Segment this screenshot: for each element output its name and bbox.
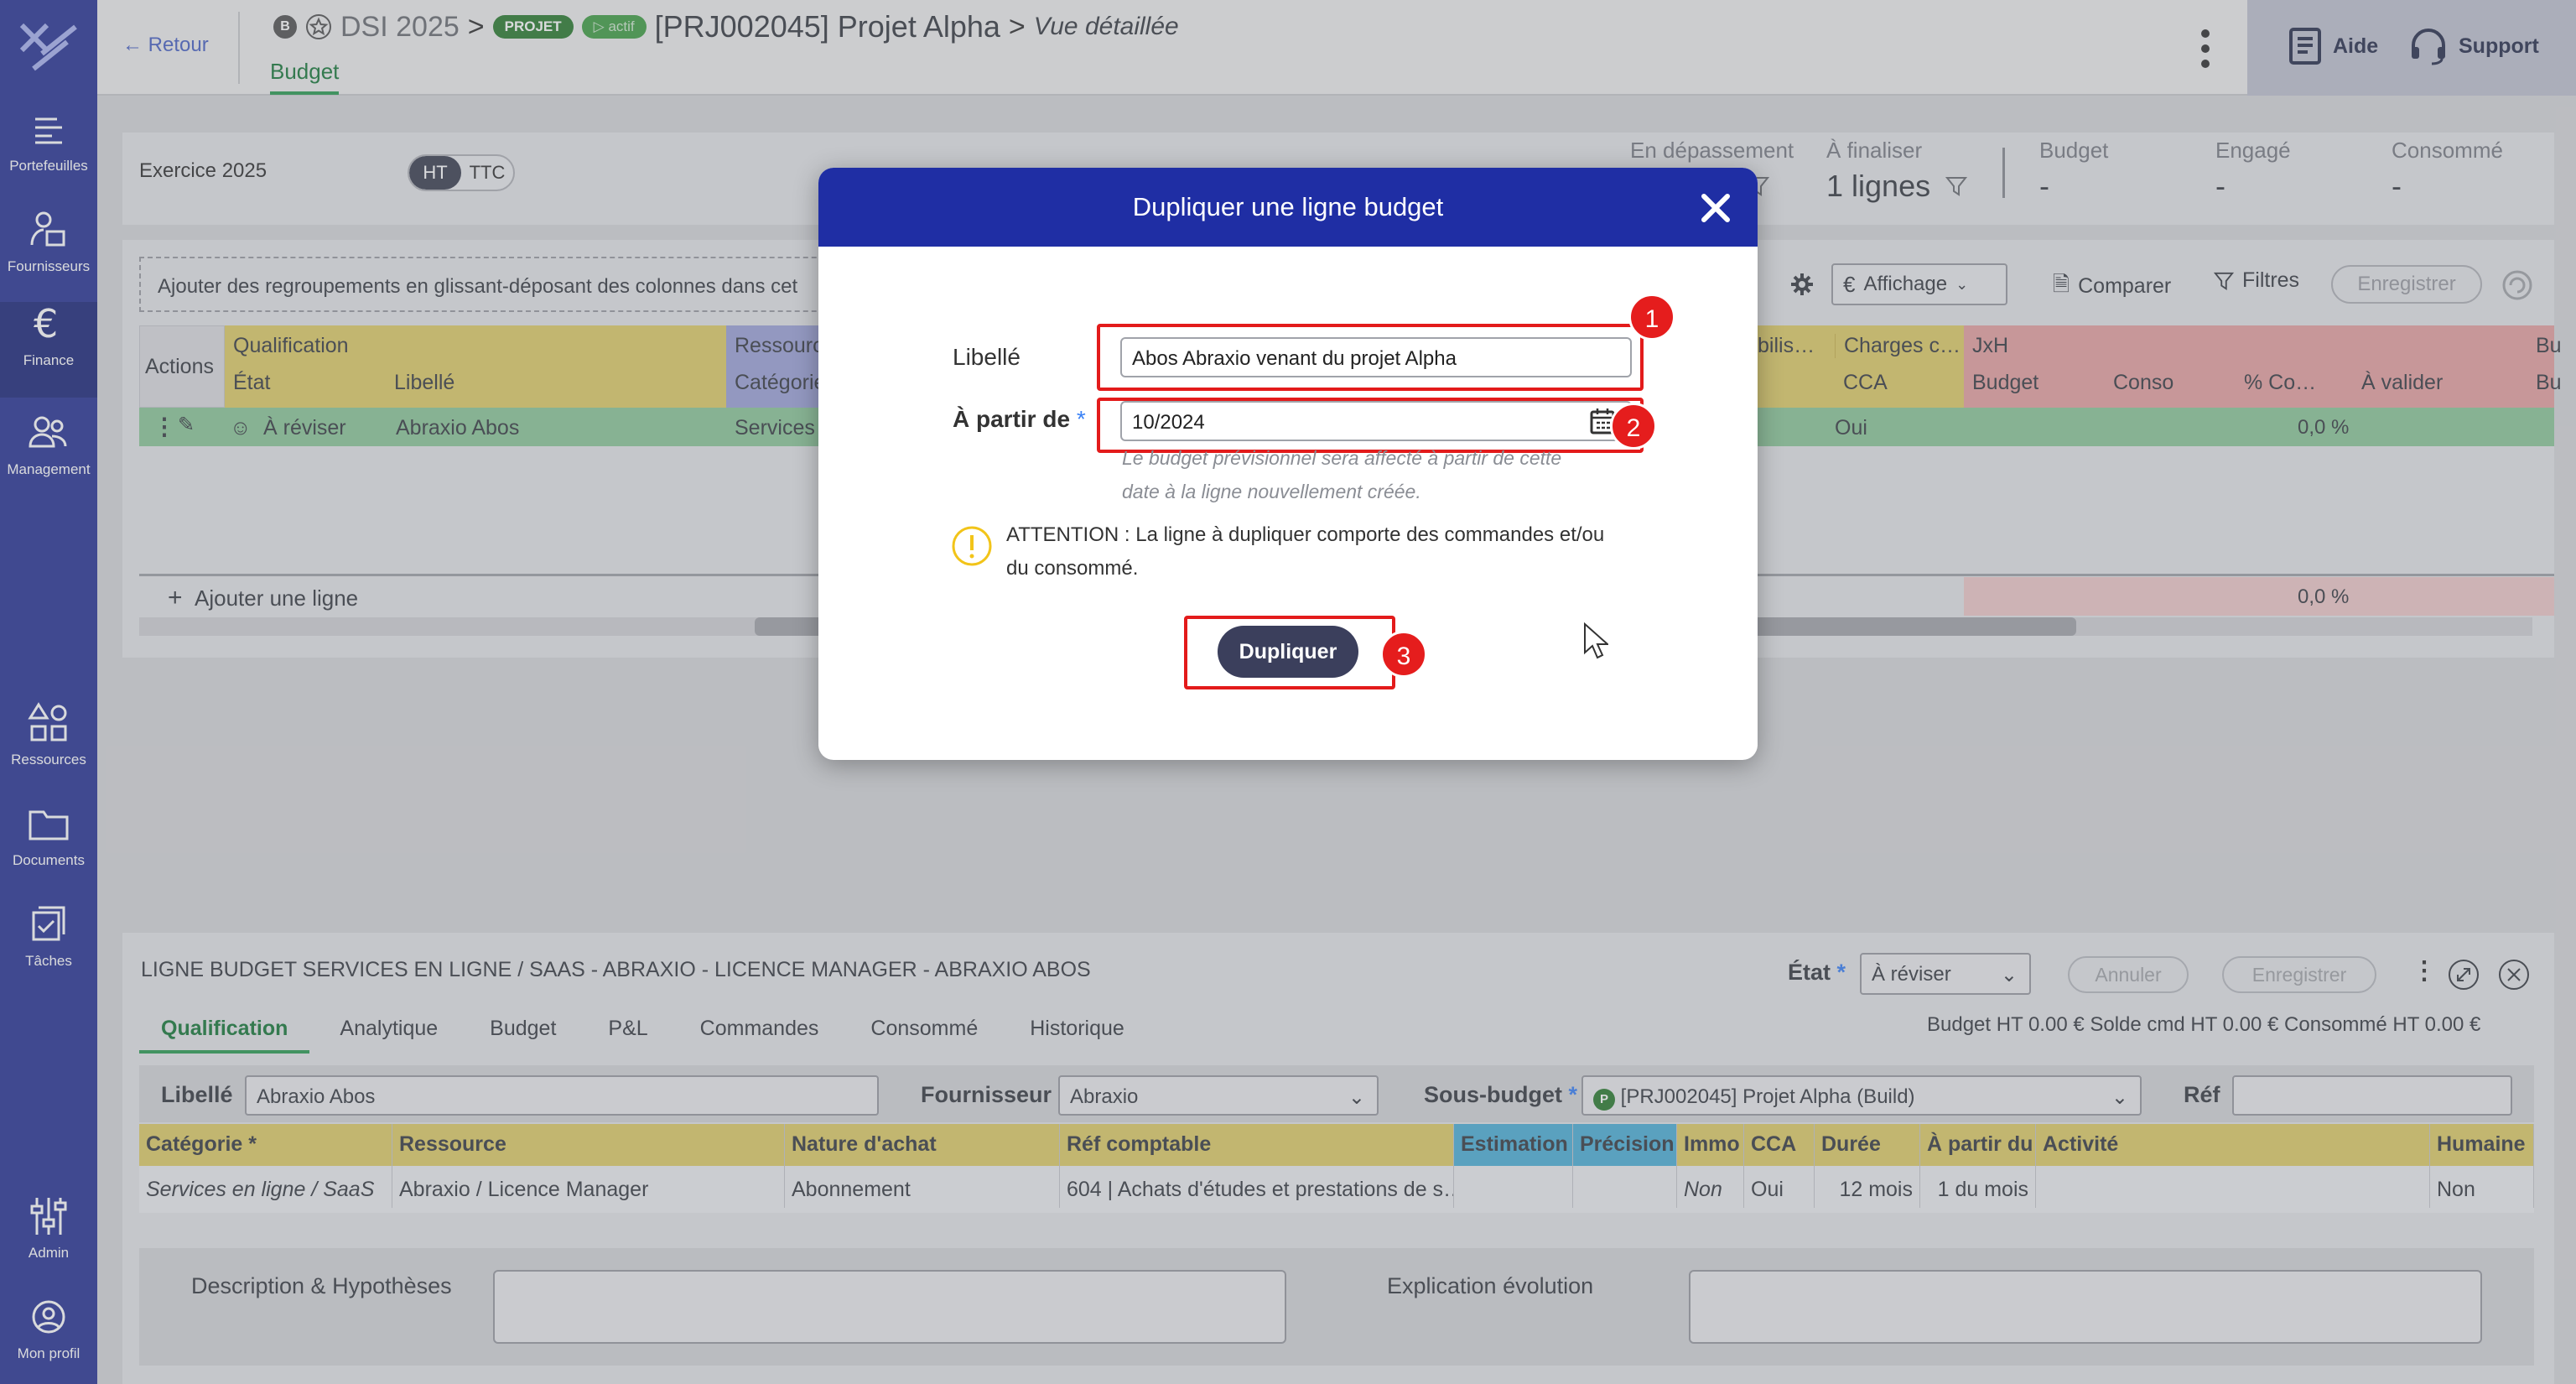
warning-line2: du consommé. <box>1006 557 1139 580</box>
mouse-cursor-icon <box>1584 622 1608 659</box>
a-partir-de-label: À partir de * <box>953 406 1086 433</box>
required-mark: * <box>1076 406 1086 432</box>
libelle-label: Libellé <box>953 344 1021 370</box>
dupliquer-button[interactable]: Dupliquer <box>1218 626 1358 678</box>
a-partir-de-text: À partir de <box>953 406 1071 432</box>
close-icon[interactable] <box>1697 190 1734 226</box>
date-hint-line2: date à la ligne nouvellement créée. <box>1122 481 1421 502</box>
date-hint-line1: Le budget prévisionnel sera affecté à pa… <box>1122 447 1562 469</box>
step-badge-3: 3 <box>1380 631 1427 678</box>
a-partir-de-input[interactable]: 10/2024 <box>1120 401 1632 441</box>
step-badge-2: 2 <box>1610 403 1657 450</box>
step-badge-1: 1 <box>1628 294 1675 341</box>
date-hint: Le budget prévisionnel sera affecté à pa… <box>1122 441 1561 508</box>
warning-icon <box>952 526 992 566</box>
modal-title: Dupliquer une ligne budget <box>818 168 1758 247</box>
warning-line1: ATTENTION : La ligne à dupliquer comport… <box>1006 523 1605 546</box>
libelle-input[interactable]: Abos Abraxio venant du projet Alpha <box>1120 337 1632 377</box>
warning-text: ATTENTION : La ligne à dupliquer comport… <box>1006 518 1604 585</box>
duplicate-budget-line-modal: Dupliquer une ligne budget Libellé Abos … <box>818 168 1758 760</box>
